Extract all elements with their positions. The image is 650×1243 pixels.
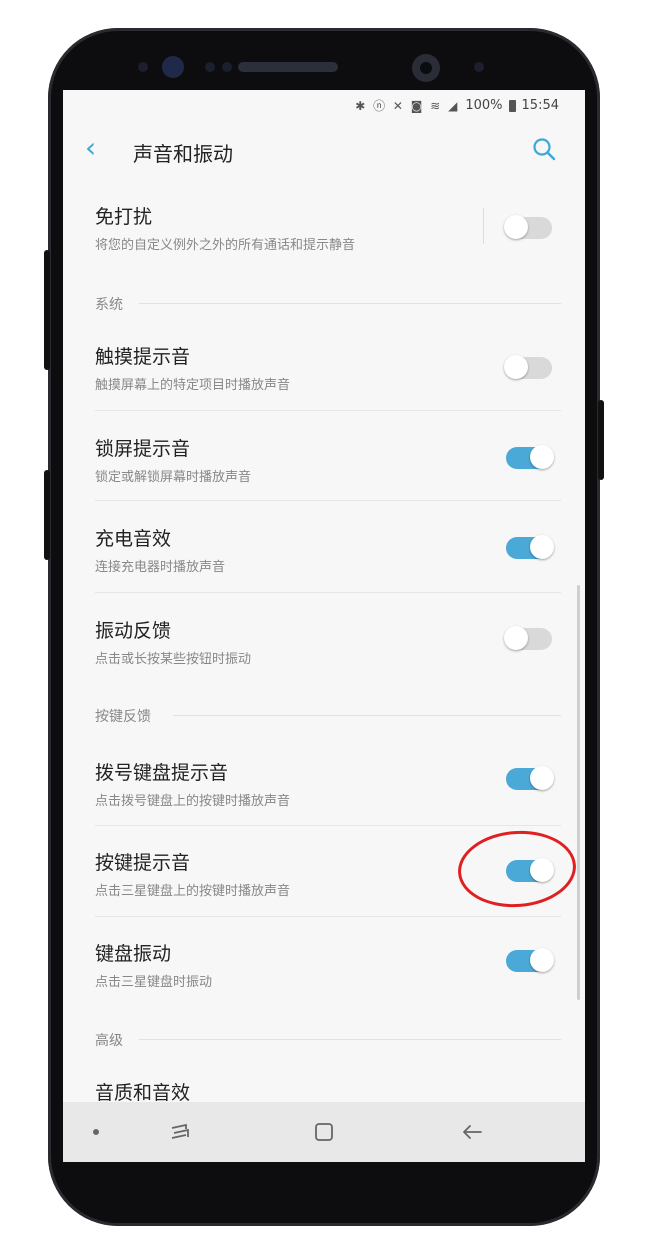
scrollbar[interactable] <box>577 585 580 1000</box>
setting-row-dialpad[interactable]: 拨号键盘提示音 点击拨号键盘上的按键时播放声音 <box>63 754 585 824</box>
toggle-knob <box>530 948 554 972</box>
proximity-sensor <box>138 62 148 72</box>
setting-title: 锁屏提示音 <box>95 438 191 460</box>
setting-title: 拨号键盘提示音 <box>95 762 229 784</box>
app-header: ‹ 声音和振动 <box>63 120 585 180</box>
navigation-bar <box>63 1102 585 1162</box>
row-divider <box>95 500 561 501</box>
setting-title: 键盘振动 <box>95 943 172 965</box>
setting-title: 免打扰 <box>95 206 153 228</box>
iris-sensor <box>162 56 184 78</box>
earpiece-speaker <box>238 62 338 72</box>
screen: ✱ ⓝ ✕ ◙ ≋ ◢ 100% 15:54 ‹ 声音和振动 免打扰 将您的自定… <box>63 90 585 1162</box>
toggle-knob <box>504 355 528 379</box>
setting-subtitle: 触摸屏幕上的特定项目时播放声音 <box>95 378 291 393</box>
nav-dot-icon <box>93 1129 99 1135</box>
recent-apps-icon[interactable] <box>167 1119 193 1145</box>
toggle-knob <box>504 215 528 239</box>
setting-title: 振动反馈 <box>95 620 172 642</box>
setting-subtitle: 点击三星键盘上的按键时播放声音 <box>95 884 291 899</box>
setting-title: 按键提示音 <box>95 852 191 874</box>
section-header-advanced: 高级 <box>95 1033 123 1049</box>
section-header-key-feedback: 按键反馈 <box>95 709 151 725</box>
setting-row-sound-quality[interactable]: 音质和音效 <box>63 1074 585 1104</box>
toggle-knob <box>530 535 554 559</box>
toggle-lock[interactable] <box>506 445 554 469</box>
setting-subtitle: 点击或长按某些按钮时振动 <box>95 652 252 667</box>
section-divider <box>173 715 561 716</box>
setting-subtitle: 点击三星键盘时振动 <box>95 975 213 990</box>
toggle-dialpad[interactable] <box>506 766 554 790</box>
light-sensor <box>205 62 215 72</box>
section-divider <box>139 1039 561 1040</box>
setting-row-keyboard-vibration[interactable]: 键盘振动 点击三星键盘时振动 <box>63 935 585 1005</box>
setting-row-lock[interactable]: 锁屏提示音 锁定或解锁屏幕时播放声音 <box>63 430 585 500</box>
toggle-knob <box>530 766 554 790</box>
row-divider <box>95 592 561 593</box>
light-sensor-2 <box>222 62 232 72</box>
status-icons: ✱ ⓝ ✕ ◙ ≋ ◢ <box>355 99 460 113</box>
battery-icon <box>508 99 516 112</box>
setting-title: 触摸提示音 <box>95 346 191 368</box>
back-icon[interactable]: ‹ <box>85 134 96 162</box>
power-button <box>598 400 604 480</box>
section-header-system: 系统 <box>95 297 123 313</box>
setting-subtitle: 连接充电器时播放声音 <box>95 560 226 575</box>
setting-title: 音质和音效 <box>95 1082 191 1104</box>
toggle-dnd[interactable] <box>504 215 552 239</box>
toggle-knob <box>504 626 528 650</box>
toggle-knob <box>530 445 554 469</box>
row-divider <box>95 410 561 411</box>
setting-subtitle: 点击拨号键盘上的按键时播放声音 <box>95 794 291 809</box>
bixby-button <box>44 470 50 560</box>
search-icon[interactable] <box>531 136 557 162</box>
setting-row-haptic[interactable]: 振动反馈 点击或长按某些按钮时振动 <box>63 612 585 682</box>
toggle-haptic[interactable] <box>504 626 552 650</box>
status-bar: ✱ ⓝ ✕ ◙ ≋ ◢ 100% 15:54 <box>63 90 585 120</box>
battery-percent: 100% <box>465 98 503 113</box>
toggle-touch[interactable] <box>504 355 552 379</box>
setting-title: 充电音效 <box>95 528 172 550</box>
section-divider <box>139 303 561 304</box>
toggle-charge[interactable] <box>506 535 554 559</box>
volume-button <box>44 250 50 370</box>
setting-row-charge[interactable]: 充电音效 连接充电器时播放声音 <box>63 520 585 590</box>
row-separator <box>483 208 484 244</box>
status-time: 15:54 <box>521 98 559 113</box>
page-title: 声音和振动 <box>133 142 233 166</box>
setting-subtitle: 将您的自定义例外之外的所有通话和提示静音 <box>95 238 356 253</box>
toggle-keyboard-vibration[interactable] <box>506 948 554 972</box>
row-divider <box>95 825 561 826</box>
led-sensor <box>474 62 484 72</box>
setting-subtitle: 锁定或解锁屏幕时播放声音 <box>95 470 252 485</box>
front-camera <box>412 54 440 82</box>
home-icon[interactable] <box>311 1119 337 1145</box>
row-divider <box>95 916 561 917</box>
back-nav-icon[interactable] <box>459 1119 485 1145</box>
